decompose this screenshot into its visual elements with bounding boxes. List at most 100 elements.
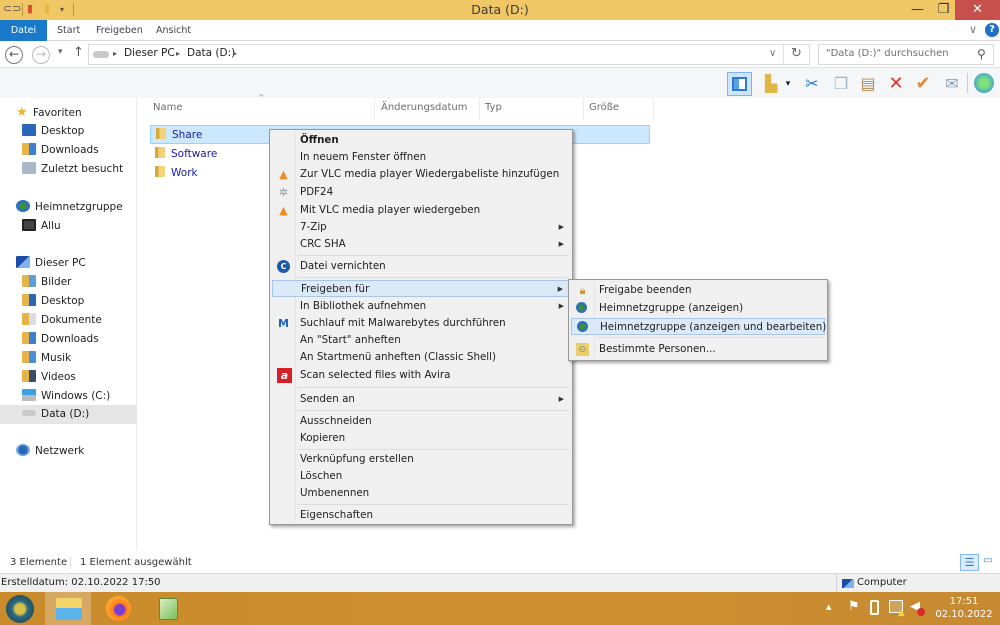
menu-item-oeffnen[interactable]: Öffnen [272, 132, 570, 149]
submenu-item-bestimmte-personen[interactable]: ⚇ Bestimmte Personen... [571, 341, 825, 358]
divider [967, 73, 968, 93]
tab-ansicht[interactable]: Ansicht [146, 20, 201, 41]
menu-item-freigeben-fuer[interactable]: Freigeben für ▶ [272, 280, 570, 297]
nav-zuletzt-besucht[interactable]: Zuletzt besucht [0, 160, 137, 179]
battery-icon[interactable] [870, 600, 879, 615]
menu-item-in-neuem-fenster[interactable]: In neuem Fenster öffnen [272, 149, 570, 166]
menu-item-vlc-play[interactable]: ▲ Mit VLC media player wiedergeben [272, 202, 570, 219]
back-button[interactable]: ← [5, 46, 23, 64]
details-view-button[interactable]: ☰ [960, 554, 979, 571]
menu-item-datei-vernichten[interactable]: C Datei vernichten [272, 258, 570, 275]
menu-item-verknuepfung[interactable]: Verknüpfung erstellen [272, 451, 570, 468]
nav-data-d[interactable]: Data (D:) [0, 405, 137, 424]
menu-item-ausschneiden[interactable]: Ausschneiden [272, 413, 570, 430]
nav-dokumente[interactable]: Dokumente [0, 311, 137, 330]
refresh-button[interactable]: ↻ [791, 46, 802, 61]
recent-locations-button[interactable]: ▾ [58, 47, 63, 57]
menu-item-startmenue-anheften[interactable]: An Startmenü anheften (Classic Shell) [272, 349, 570, 366]
taskbar-firefox[interactable] [95, 592, 141, 625]
menu-item-7zip[interactable]: 7-Zip ▶ [272, 219, 570, 236]
submenu-item-freigabe-beenden[interactable]: 🔒︎ Freigabe beenden [571, 282, 825, 299]
nav-windows-c[interactable]: Windows (C:) [0, 387, 137, 406]
email-icon[interactable]: ✉ [941, 74, 963, 94]
cut-icon[interactable]: ✂ [801, 74, 823, 94]
tab-freigeben[interactable]: Freigeben [86, 20, 153, 41]
properties-check-icon[interactable]: ✔ [912, 74, 934, 94]
menu-item-an-start-anheften[interactable]: An "Start" anheften [272, 332, 570, 349]
desktop-icon [22, 124, 36, 136]
column-header-date[interactable]: Änderungsdatum [381, 102, 468, 113]
menu-item-malwarebytes[interactable]: M Suchlauf mit Malwarebytes durchführen [272, 315, 570, 332]
column-divider[interactable] [583, 98, 584, 120]
nav-dieser-pc[interactable]: Dieser PC [0, 254, 137, 273]
large-icons-view-button[interactable]: ▭ [983, 555, 992, 566]
tab-datei[interactable]: Datei [0, 20, 47, 41]
menu-item-avira[interactable]: a Scan selected files with Avira [272, 367, 570, 384]
submenu-arrow-icon: ▶ [558, 302, 564, 310]
breadcrumb-data-d[interactable]: Data (D:) [187, 47, 235, 59]
column-header-type[interactable]: Typ [485, 102, 502, 113]
folder-icon [156, 128, 166, 139]
minimize-button[interactable]: — [904, 0, 931, 20]
show-hidden-icons-button[interactable]: ▲ [826, 603, 831, 611]
menu-item-eigenschaften[interactable]: Eigenschaften [272, 507, 570, 524]
taskbar-notepad-plus-plus[interactable] [145, 592, 191, 625]
nav-favoriten[interactable]: ★ Favoriten [0, 103, 137, 122]
address-dropdown-icon[interactable]: ∨ [769, 48, 776, 59]
menu-item-senden-an[interactable]: Senden an ▶ [272, 391, 570, 408]
nav-heimnetzgruppe[interactable]: Heimnetzgruppe [0, 198, 137, 217]
nav-desktop[interactable]: Desktop [0, 292, 137, 311]
action-center-flag-icon[interactable]: ⚑ [848, 599, 860, 614]
copy-icon[interactable]: ❐ [830, 74, 852, 94]
nav-musik[interactable]: Musik [0, 349, 137, 368]
menu-item-pdf24[interactable]: ✲ PDF24 [272, 184, 570, 201]
column-divider[interactable] [374, 98, 375, 120]
taskbar-file-explorer[interactable] [45, 592, 91, 625]
close-button[interactable]: ✕ [955, 0, 1000, 20]
clock[interactable]: 17:51 02.10.2022 [930, 595, 998, 621]
submenu-item-heimnetzgruppe-bearbeiten[interactable]: Heimnetzgruppe (anzeigen und bearbeiten) [571, 318, 826, 335]
menu-item-vlc-playlist[interactable]: ▲ Zur VLC media player Wiedergabeliste hi… [272, 166, 570, 183]
submenu-item-heimnetzgruppe-anzeigen[interactable]: Heimnetzgruppe (anzeigen) [571, 300, 825, 317]
column-header-size[interactable]: Größe [589, 102, 619, 113]
menu-item-loeschen[interactable]: Löschen [272, 468, 570, 485]
nav-downloads[interactable]: Downloads [0, 330, 137, 349]
submenu-arrow-icon: ▶ [557, 285, 563, 293]
nav-allu[interactable]: Allu [0, 217, 137, 236]
delete-icon[interactable]: ✕ [885, 74, 907, 94]
nav-bilder[interactable]: Bilder [0, 273, 137, 292]
column-divider[interactable] [653, 98, 654, 120]
nav-videos[interactable]: Videos [0, 368, 137, 387]
start-button[interactable] [0, 592, 46, 625]
downloads-icon [22, 332, 36, 344]
menu-item-bibliothek[interactable]: In Bibliothek aufnehmen ▶ [272, 298, 570, 315]
preview-pane-icon[interactable] [727, 72, 752, 96]
column-divider[interactable] [479, 98, 480, 120]
classic-shell-icon[interactable] [974, 73, 994, 93]
help-icon[interactable]: ? [985, 23, 999, 37]
paste-icon[interactable]: ▤ [857, 74, 879, 94]
folder-options-dropdown-icon[interactable]: ▾ [783, 74, 793, 94]
address-bar[interactable]: ▸ Dieser PC ▸ Data (D:) ▸ ∨ ↻ [88, 44, 810, 65]
menu-separator [297, 504, 569, 505]
expand-ribbon-icon[interactable]: ∨ [969, 23, 977, 36]
breadcrumb-separator[interactable]: ▸ [233, 49, 237, 58]
tab-start[interactable]: Start [47, 20, 90, 41]
breadcrumb-dieser-pc[interactable]: Dieser PC [124, 47, 175, 59]
menu-item-umbenennen[interactable]: Umbenennen [272, 485, 570, 502]
column-header-name[interactable]: Name [153, 102, 183, 113]
forward-button[interactable]: → [32, 46, 50, 64]
menu-item-crc-sha[interactable]: CRC SHA ▶ [272, 236, 570, 253]
breadcrumb-separator[interactable]: ▸ [176, 49, 180, 58]
search-input[interactable]: "Data (D:)" durchsuchen [826, 48, 949, 59]
breadcrumb-separator[interactable]: ▸ [113, 49, 117, 58]
nav-netzwerk[interactable]: Netzwerk [0, 442, 137, 461]
up-button[interactable]: ↑ [73, 45, 84, 60]
folder-options-icon[interactable]: ▙ [760, 74, 782, 94]
maximize-button[interactable]: ❐ [930, 0, 957, 20]
search-icon[interactable]: ⚲ [977, 47, 986, 61]
search-box[interactable]: "Data (D:)" durchsuchen ⚲ [818, 44, 994, 65]
nav-favoriten-desktop[interactable]: Desktop [0, 122, 137, 141]
menu-item-kopieren[interactable]: Kopieren [272, 430, 570, 447]
nav-favoriten-downloads[interactable]: Downloads [0, 141, 137, 160]
